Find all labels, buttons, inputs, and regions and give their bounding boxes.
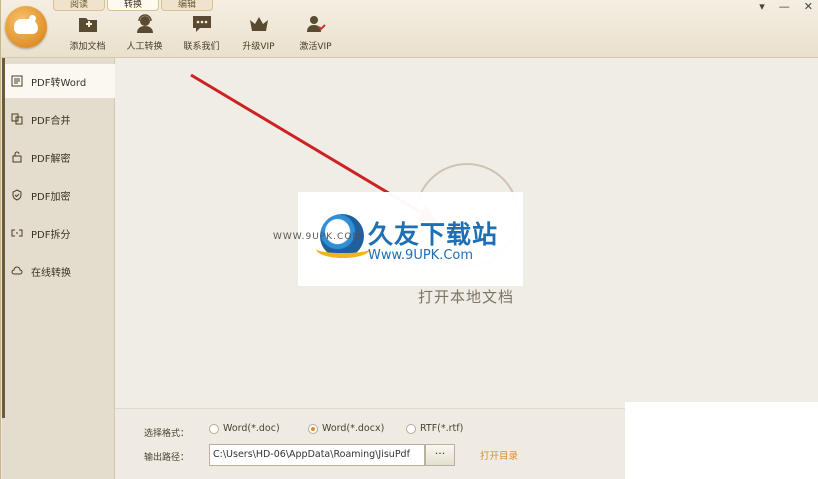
watermark-url: Www.9UPK.Com xyxy=(368,248,474,263)
radio-word-docx[interactable]: Word(*.docx) xyxy=(308,423,384,434)
radio-rtf[interactable]: RTF(*.rtf) xyxy=(406,423,463,434)
bottom-panel: 选择格式： Word(*.doc) Word(*.docx) RTF(*.rtf… xyxy=(115,408,625,479)
output-path-field[interactable]: C:\Users\HD-06\AppData\Roaming\JisuPdf xyxy=(209,444,425,466)
radio-word-doc[interactable]: Word(*.doc) xyxy=(209,423,280,434)
app-window: 阅读 转换 编辑 添加文档 人工转换 联系我们 升级VIP 激活VIP ▾ — … xyxy=(0,0,818,479)
format-label: 选择格式： xyxy=(144,429,190,439)
output-path-label: 输出路径： xyxy=(144,453,190,463)
watermark-small-url: WWW.9UPK.COM xyxy=(273,232,362,242)
watermark-site-name: 久友下载站 xyxy=(368,220,499,249)
open-directory-link[interactable]: 打开目录 xyxy=(480,448,518,462)
browse-button[interactable]: ··· xyxy=(425,444,455,466)
watermark: 久友下载站 Www.9UPK.Com WWW.9UPK.COM xyxy=(273,192,523,286)
